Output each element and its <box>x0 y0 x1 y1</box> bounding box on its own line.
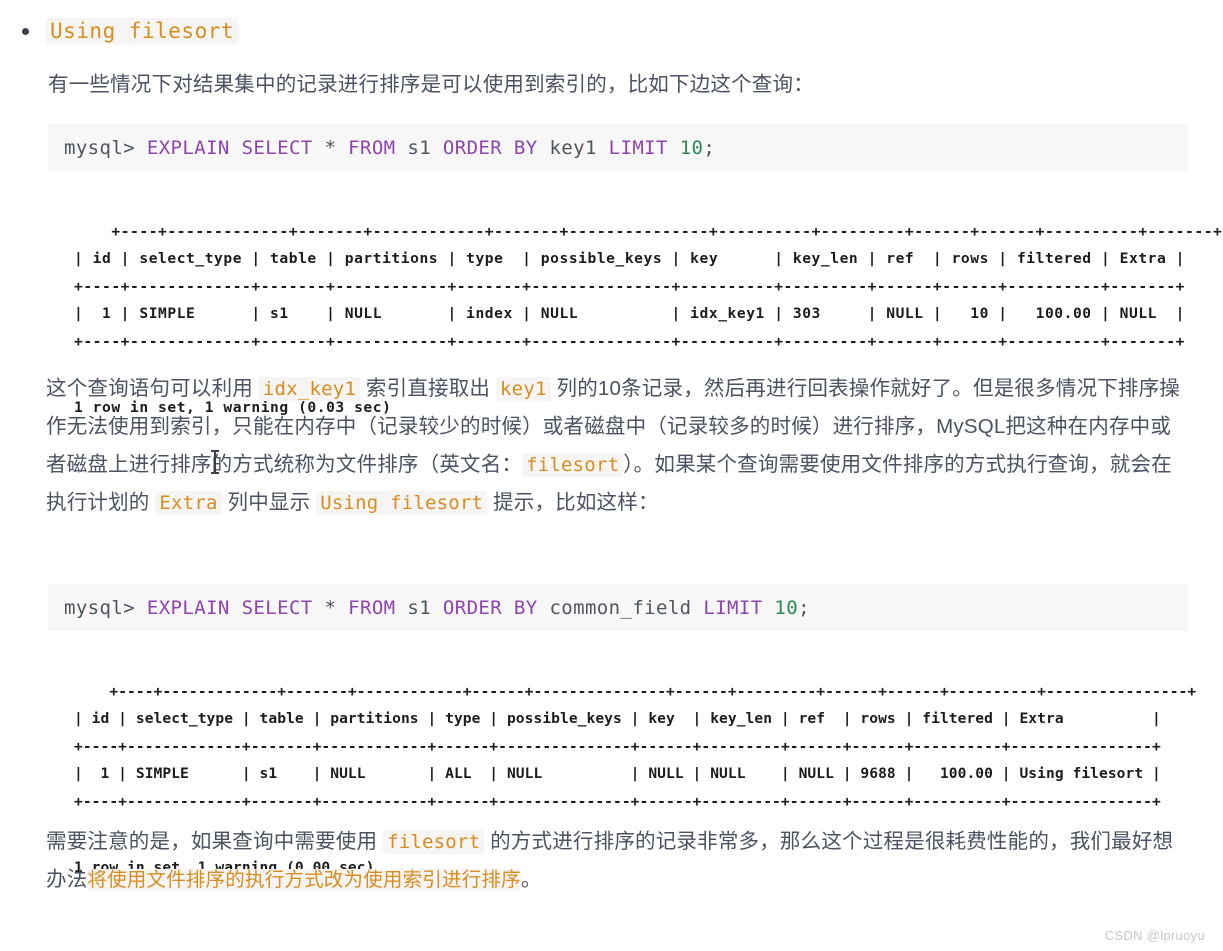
highlighted-phrase: 将使用文件排序的执行方式改为使用索引进行排序 <box>87 869 521 891</box>
result-ascii: +----+-------------+-------+------------… <box>74 222 1223 350</box>
sql-token: * <box>324 136 349 159</box>
para-text: 这个查询语句可以利用 <box>46 377 259 400</box>
para-text: 列中显示 <box>221 491 317 514</box>
sql-token: EXPLAIN SELECT <box>146 596 325 619</box>
inline-code-using-filesort: Using filesort <box>316 491 488 515</box>
sql-token: EXPLAIN SELECT <box>146 136 325 159</box>
watermark: CSDN @lpruoyu <box>1104 928 1205 943</box>
intro-paragraph: 有一些情况下对结果集中的记录进行排序是可以使用到索引的，比如下边这个查询： <box>48 66 1188 104</box>
sql-code-block-1: mysql> EXPLAIN SELECT * FROM s1 ORDER BY… <box>48 124 1188 171</box>
para-text: 需要注意的是，如果查询中需要使用 <box>46 830 384 853</box>
sql-token: key1 <box>549 136 609 159</box>
mysql-prompt: mysql> <box>64 136 147 159</box>
bullet-dot-icon <box>22 27 29 35</box>
para-text: 索引直接取出 <box>360 377 497 400</box>
heading-inline-code: Using filesort <box>46 18 239 44</box>
inline-code-filesort: filesort <box>522 453 624 477</box>
sql-token: ; <box>703 136 716 159</box>
inline-code-idx-key1: idx_key1 <box>258 377 361 401</box>
intro-text: 有一些情况下对结果集中的记录进行排序是可以使用到索引的，比如下边这个查询： <box>48 73 814 96</box>
inline-code-filesort-2: filesort <box>383 830 485 854</box>
sql-token: FROM <box>348 136 408 159</box>
inline-code-extra: Extra <box>155 491 222 515</box>
sql-token: ORDER BY <box>442 596 550 619</box>
inline-code-key1: key1 <box>496 377 551 401</box>
sql-token: ORDER BY <box>442 136 550 159</box>
bullet-heading: Using filesort <box>22 18 239 44</box>
article-page: Using filesort 有一些情况下对结果集中的记录进行排序是可以使用到索… <box>0 0 1223 951</box>
mysql-prompt: mysql> <box>64 596 147 619</box>
sql-token: common_field <box>549 596 704 619</box>
para-text: 提示，比如这样： <box>487 491 659 514</box>
sql-token: LIMIT <box>703 596 775 619</box>
closing-paragraph: 需要注意的是，如果查询中需要使用 filesort 的方式进行排序的记录非常多，… <box>46 823 1191 899</box>
sql-token: LIMIT <box>608 136 680 159</box>
sql-code-block-2: mysql> EXPLAIN SELECT * FROM s1 ORDER BY… <box>48 584 1188 631</box>
sql-token: FROM <box>348 596 408 619</box>
sql-token: ; <box>798 596 810 619</box>
para-text: 。 <box>520 868 542 891</box>
middle-paragraph: 这个查询语句可以利用 idx_key1 索引直接取出 key1 列的10条记录，… <box>46 370 1191 522</box>
sql-token: 10 <box>679 136 704 159</box>
sql-token: s1 <box>407 136 443 159</box>
sql-token: 10 <box>774 596 799 619</box>
text-cursor-icon <box>211 450 219 474</box>
sql-token: s1 <box>407 596 443 619</box>
result-ascii: +----+-------------+-------+------------… <box>74 682 1197 810</box>
sql-token: * <box>324 596 349 619</box>
